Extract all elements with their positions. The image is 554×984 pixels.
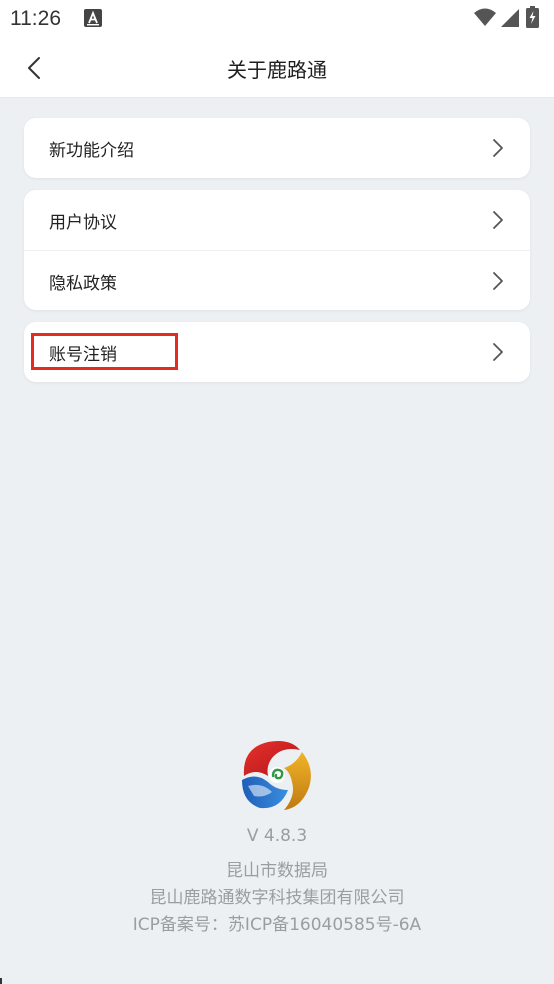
privacy-policy-item[interactable]: 隐私政策	[24, 250, 530, 310]
account-deletion-label: 账号注销	[49, 345, 117, 365]
signal-icon	[501, 9, 519, 27]
chevron-right-icon	[493, 272, 503, 290]
company-name: 昆山鹿路通数字科技集团有限公司	[149, 888, 405, 908]
privacy-policy-label: 隐私政策	[49, 274, 117, 294]
app-version: V 4.8.3	[246, 826, 308, 846]
a-icon	[84, 9, 102, 27]
chevron-right-icon	[493, 211, 503, 229]
edge-mark	[0, 978, 2, 984]
icp-record[interactable]: ICP备案号：苏ICP备16040585号-6A	[0, 910, 554, 935]
card-features: 新功能介绍	[24, 118, 530, 178]
page-title: 关于鹿路通	[227, 58, 327, 82]
card-account: 账号注销	[24, 322, 530, 382]
app-logo	[242, 741, 311, 810]
new-features-item[interactable]: 新功能介绍	[24, 118, 530, 178]
status-bar: 11:26	[0, 0, 554, 38]
user-agreement-label: 用户协议	[49, 213, 117, 233]
wifi-icon	[474, 8, 496, 26]
new-features-label: 新功能介绍	[49, 141, 134, 161]
chevron-right-icon	[493, 139, 503, 157]
battery-charging-icon	[526, 6, 539, 28]
user-agreement-item[interactable]: 用户协议	[24, 190, 530, 250]
chevron-right-icon	[493, 343, 503, 361]
account-deletion-item[interactable]: 账号注销	[24, 322, 530, 382]
status-time: 11:26	[10, 7, 61, 30]
organization-name: 昆山市数据局	[226, 861, 328, 881]
app-header: 关于鹿路通	[0, 38, 554, 98]
card-agreements: 用户协议 隐私政策	[24, 190, 530, 310]
